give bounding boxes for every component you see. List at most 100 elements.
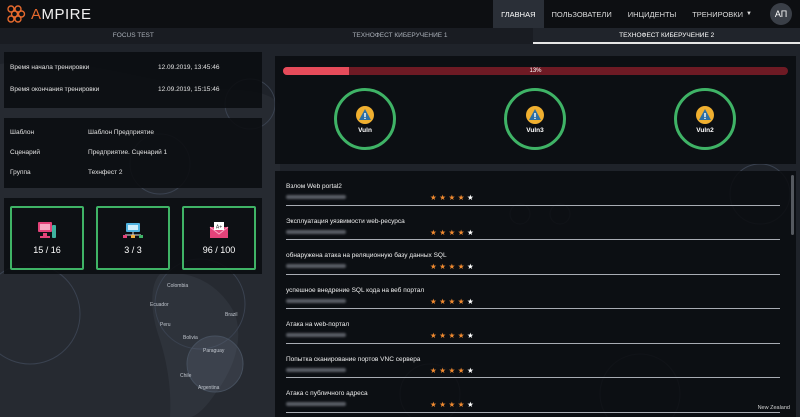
event-subtitle-blurred — [286, 367, 346, 372]
star-filled-icon: ★ — [448, 262, 458, 271]
star-filled-icon: ★ — [448, 227, 458, 237]
star-empty-icon: ★ — [466, 400, 477, 409]
hexagon-logo-icon — [7, 5, 26, 23]
group-row: Группа Технфест 2 — [4, 162, 262, 182]
map-label-argentina: Argentina — [198, 385, 220, 391]
training-tabs: FOCUS TEST ТЕХНОФЕСТ КИБЕРУЧЕНИЕ 1 ТЕХНО… — [0, 28, 800, 44]
map-label-ecuador: Ecuador — [150, 302, 169, 308]
star-empty-icon: ★ — [466, 193, 477, 202]
tab-technofest-1[interactable]: ТЕХНОФЕСТ КИБЕРУЧЕНИЕ 1 — [267, 28, 534, 44]
star-empty-icon: ★ — [466, 227, 477, 237]
template-value: Шаблон Предприятие — [88, 128, 154, 136]
star-filled-icon: ★ — [457, 262, 467, 271]
event-title: Атака на web-портал — [286, 321, 350, 328]
monitor-icon — [38, 222, 56, 238]
event-title: успешное внедрение SQL кода на веб порта… — [286, 286, 425, 294]
training-info-panel: Шаблон Шаблон Предприятие Сценарий Предп… — [4, 118, 262, 188]
event-item[interactable]: Эксплуатация уязвимости web-ресурса ★★★★… — [275, 206, 796, 240]
event-subtitle-blurred — [286, 298, 346, 303]
star-filled-icon: ★ — [457, 331, 467, 340]
event-item[interactable]: обнаружена атака на реляционную базу дан… — [275, 240, 796, 275]
map-label-chile: Chile — [180, 373, 192, 379]
stat-card-hosts[interactable]: 15 / 16 — [10, 206, 84, 270]
map-label-colombia: Colombia — [167, 283, 188, 289]
vuln-label: Vuln2 — [696, 126, 714, 134]
nav-item-home[interactable]: ГЛАВНАЯ — [493, 0, 544, 28]
star-filled-icon: ★ — [448, 400, 458, 409]
stat-card-network[interactable]: 3 / 3 — [96, 206, 170, 270]
nav-item-incidents[interactable]: ИНЦИДЕНТЫ — [620, 0, 684, 28]
star-filled-icon: ★ — [448, 365, 458, 375]
event-title: Попытка сканирование портов VNC сервера — [286, 355, 421, 363]
progress-percent: 13% — [529, 68, 542, 74]
event-title: Атака с публичного адреса — [286, 390, 368, 397]
training-time-panel: Время начала тренировки 12.09.2019, 13:4… — [4, 52, 262, 108]
map-label-bolivia: Bolivia — [183, 335, 198, 341]
star-empty-icon: ★ — [466, 365, 477, 375]
star-empty-icon: ★ — [466, 296, 477, 306]
nav-item-users[interactable]: ПОЛЬЗОВАТЕЛИ — [544, 0, 620, 28]
event-rating: ★★★★★ — [430, 331, 476, 340]
stats-panel: 15 / 16 3 / 3 A+ 96 / 100 — [4, 198, 262, 274]
star-filled-icon: ★ — [430, 365, 440, 375]
event-item[interactable]: успешное внедрение SQL кода на веб порта… — [275, 275, 796, 309]
star-filled-icon: ★ — [430, 400, 440, 409]
grade-mail-icon: A+ — [209, 222, 229, 238]
star-filled-icon: ★ — [448, 296, 458, 306]
event-title: Эксплуатация уязвимости web-ресурса — [286, 217, 405, 225]
star-filled-icon: ★ — [448, 331, 458, 340]
end-time-label: Время окончания тренировки — [10, 85, 100, 93]
event-subtitle-blurred — [286, 195, 346, 199]
stat-card-score[interactable]: A+ 96 / 100 — [182, 206, 256, 270]
end-time-value: 12.09.2019, 15:15:46 — [158, 85, 220, 93]
event-rating: ★★★★★ — [430, 400, 476, 409]
tab-technofest-2[interactable]: ТЕХНОФЕСТ КИБЕРУЧЕНИЕ 2 — [533, 28, 800, 44]
event-title: Взлом Web portal2 — [286, 183, 342, 190]
star-empty-icon: ★ — [466, 262, 477, 271]
end-time-row: Время окончания тренировки 12.09.2019, 1… — [4, 78, 262, 100]
star-filled-icon: ★ — [430, 193, 440, 202]
group-label: Группа — [10, 168, 31, 176]
event-rating: ★★★★★ — [430, 262, 476, 271]
start-time-row: Время начала тренировки 12.09.2019, 13:4… — [4, 56, 262, 78]
app-logo[interactable]: AMPIRE — [6, 0, 92, 28]
event-item[interactable]: Атака с публичного адреса ★★★★★ — [275, 378, 796, 413]
svg-text:A+: A+ — [216, 225, 222, 231]
divider — [286, 411, 780, 413]
scenario-value: Предприятие. Сценарий 1 — [88, 148, 168, 156]
map-label-new-zealand: New Zealand — [757, 405, 790, 411]
map-label-brazil: Brazil — [225, 312, 238, 318]
event-subtitle-blurred — [286, 264, 346, 268]
template-label: Шаблон — [10, 128, 35, 136]
vuln-node-2[interactable]: Vuln2 — [674, 88, 736, 150]
top-navbar: AMPIRE ГЛАВНАЯ ПОЛЬЗОВАТЕЛИ ИНЦИДЕНТЫ ТР… — [0, 0, 800, 28]
vuln-label: Vuln3 — [526, 126, 544, 134]
event-subtitle-blurred — [286, 229, 346, 234]
map-label-peru: Peru — [160, 322, 171, 328]
map-label-paraguay: Paraguay — [203, 348, 225, 354]
main-nav: ГЛАВНАЯ ПОЛЬЗОВАТЕЛИ ИНЦИДЕНТЫ ТРЕНИРОВК… — [493, 0, 800, 28]
chevron-down-icon: ▼ — [746, 11, 752, 17]
nav-item-trainings[interactable]: ТРЕНИРОВКИ ▼ — [684, 0, 760, 28]
star-filled-icon: ★ — [430, 227, 440, 237]
tab-focus-test[interactable]: FOCUS TEST — [0, 28, 267, 44]
vuln-node-1[interactable]: Vuln — [334, 88, 396, 150]
event-item[interactable]: Попытка сканирование портов VNC сервера … — [275, 344, 796, 378]
stat-score-value: 96 / 100 — [202, 245, 236, 255]
start-time-label: Время начала тренировки — [10, 63, 90, 71]
event-item[interactable]: Атака на web-портал ★★★★★ — [275, 309, 796, 344]
network-icon — [123, 223, 143, 238]
scenario-label: Сценарий — [10, 148, 41, 156]
warning-badge-icon — [696, 105, 714, 124]
vuln-node-3[interactable]: Vuln3 — [504, 88, 566, 150]
group-value: Технфест 2 — [88, 168, 123, 176]
user-avatar[interactable]: АП — [770, 3, 792, 25]
star-filled-icon: ★ — [457, 227, 467, 237]
stat-network-value: 3 / 3 — [124, 245, 142, 255]
event-item[interactable]: Взлом Web portal2 ★★★★★ — [275, 171, 796, 206]
event-subtitle-blurred — [286, 333, 346, 337]
star-filled-icon: ★ — [457, 365, 467, 375]
events-list: Взлом Web portal2 ★★★★★ Эксплуатация уяз… — [275, 171, 796, 417]
star-filled-icon: ★ — [448, 193, 458, 202]
star-filled-icon: ★ — [457, 400, 467, 409]
